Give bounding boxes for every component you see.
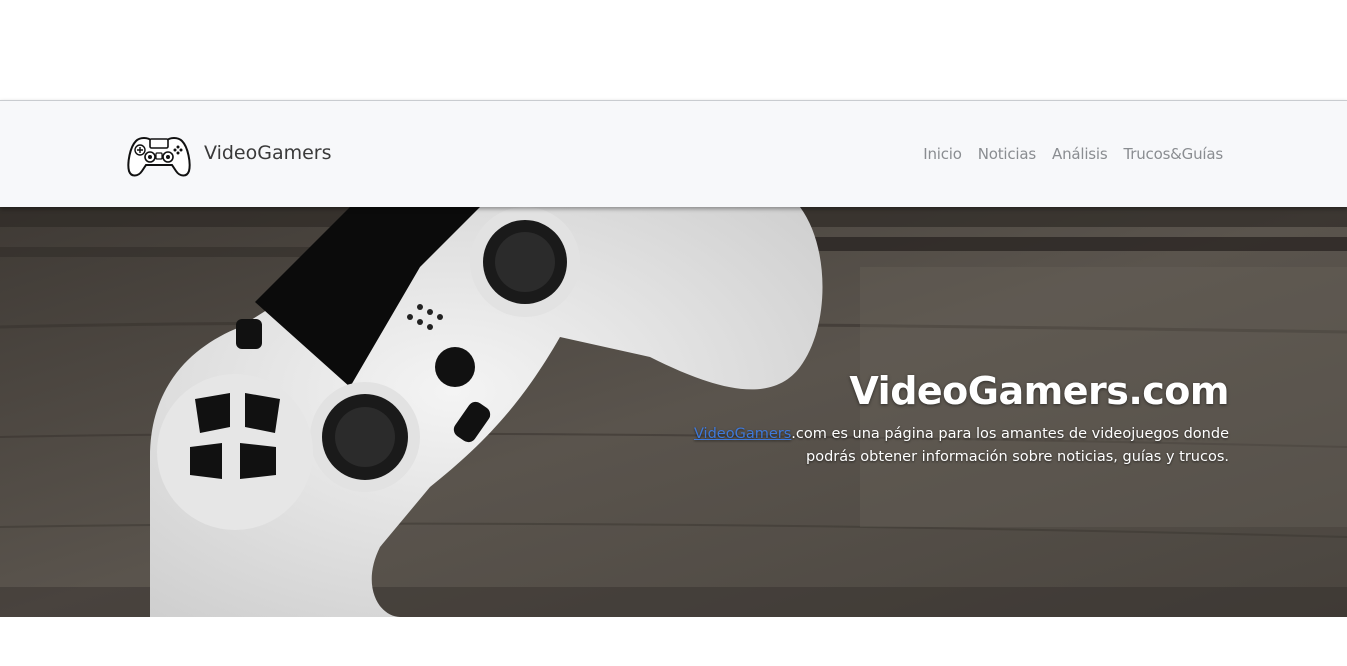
hero-content: VideoGamers.com VideoGamers.com es una p…: [669, 369, 1230, 469]
nav-link-inicio[interactable]: Inicio: [915, 145, 970, 163]
nav-link-trucos-guias[interactable]: Trucos&Guías: [1116, 145, 1224, 163]
hero-site-link[interactable]: VideoGamers: [694, 426, 791, 442]
bottom-blank-area: [0, 617, 1347, 666]
nav-link-noticias[interactable]: Noticias: [970, 145, 1044, 163]
brand-name: VideoGamers: [204, 142, 332, 164]
nav-menu: Inicio Noticias Análisis Trucos&Guías: [915, 145, 1223, 163]
nav-link-analisis[interactable]: Análisis: [1044, 145, 1116, 163]
top-blank-area: [0, 0, 1347, 100]
gamepad-icon: [127, 137, 191, 177]
hero-desc-line1: .com es una página para los amantes de v…: [791, 426, 1229, 442]
hero-title: VideoGamers.com: [849, 369, 1229, 413]
hero-description: VideoGamers.com es una página para los a…: [669, 423, 1229, 469]
hero-desc-line2: podrás obtener información sobre noticia…: [806, 449, 1229, 465]
navbar: VideoGamers Inicio Noticias Análisis Tru…: [0, 100, 1347, 207]
hero-banner: VideoGamers.com VideoGamers.com es una p…: [0, 207, 1347, 617]
brand-link[interactable]: VideoGamers: [126, 133, 332, 177]
